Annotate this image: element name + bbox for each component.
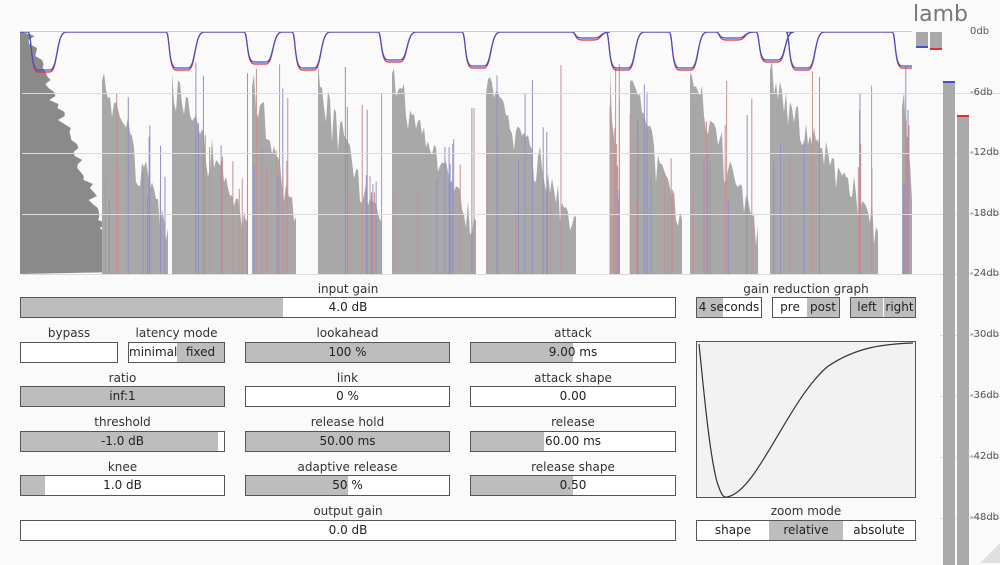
adaptive-release-label: adaptive release [297,460,398,474]
link-label: link [336,371,359,385]
ratio-label: ratio [108,371,137,385]
scale-label: -30db [970,329,1000,340]
release-label: release [551,415,595,429]
latency-mode-fixed[interactable]: fixed [177,343,224,362]
grid-line [22,214,1000,215]
zoom-mode-selector[interactable]: shape relative absolute [696,520,916,541]
scale-label: -36db [970,390,1000,401]
release-shape-label: release shape [531,460,615,474]
zoom-mode-label: zoom mode [770,504,842,518]
level-meter-right [957,115,969,565]
resize-grip-icon[interactable] [980,543,1000,563]
attack-shape-slider[interactable]: 0.00 [470,386,676,407]
latency-mode-minimal[interactable]: minimal [129,343,177,362]
channel-selector[interactable]: left right [850,297,916,318]
threshold-label: threshold [94,415,151,429]
input-gain-label: input gain [317,282,379,296]
grid-line [22,93,1000,94]
bypass-label: bypass [47,326,91,340]
latency-mode-label: latency mode [135,326,218,340]
gr-meter-right [930,32,942,50]
scale-label: -42db [970,451,1000,462]
post-option[interactable]: post [807,298,839,317]
release-shape-slider[interactable]: 0.50 [470,475,676,496]
latency-mode-selector[interactable]: minimal fixed [128,342,225,363]
pre-post-selector[interactable]: pre post [772,297,840,318]
envelope-curve [698,342,914,497]
gr-graph-label: gain reduction graph [743,282,869,296]
level-meter-left [943,81,955,565]
release-slider[interactable]: 60.00 ms [470,431,676,452]
left-option[interactable]: left [851,298,883,317]
ratio-slider[interactable]: inf:1 [20,386,225,407]
grid-line [22,274,1000,275]
output-gain-slider[interactable]: 0.0 dB [20,520,676,541]
envelope-shape-graph [696,341,916,498]
app-title: lamb [913,2,968,27]
link-slider[interactable]: 0 % [245,386,450,407]
output-gain-label: output gain [313,504,383,518]
gr-meter-left [916,32,928,48]
threshold-slider[interactable]: -1.0 dB [20,431,225,452]
knee-label: knee [107,460,138,474]
lookahead-slider[interactable]: 100 % [245,342,450,363]
attack-shape-label: attack shape [534,371,612,385]
adaptive-release-slider[interactable]: 50 % [245,475,450,496]
waveform-display [20,0,912,277]
scale-label: -6db [970,87,993,98]
attack-slider[interactable]: 9.00 ms [470,342,676,363]
scale-label: -18db [970,208,1000,219]
zoom-relative-option[interactable]: relative [769,521,843,540]
release-hold-label: release hold [310,415,385,429]
attack-label: attack [554,326,592,340]
zoom-absolute-option[interactable]: absolute [843,521,915,540]
grid-line [22,153,1000,154]
scale-label: -24db [970,268,1000,279]
scale-label: -12db [970,147,1000,158]
knee-slider[interactable]: 1.0 dB [20,475,225,496]
input-gain-slider[interactable]: 4.0 dB [20,297,676,318]
pre-option[interactable]: pre [773,298,807,317]
gr-duration-value: 4 seconds [698,300,760,314]
scale-label: -48db [970,512,1000,523]
right-option[interactable]: right [884,298,915,317]
release-hold-slider[interactable]: 50.00 ms [245,431,450,452]
gr-duration-selector[interactable]: 4 seconds [696,297,762,318]
scale-label: 0db [970,26,990,37]
grid-line [22,32,1000,33]
bypass-toggle[interactable] [20,342,118,363]
zoom-shape-option[interactable]: shape [697,521,769,540]
lookahead-label: lookahead [316,326,379,340]
